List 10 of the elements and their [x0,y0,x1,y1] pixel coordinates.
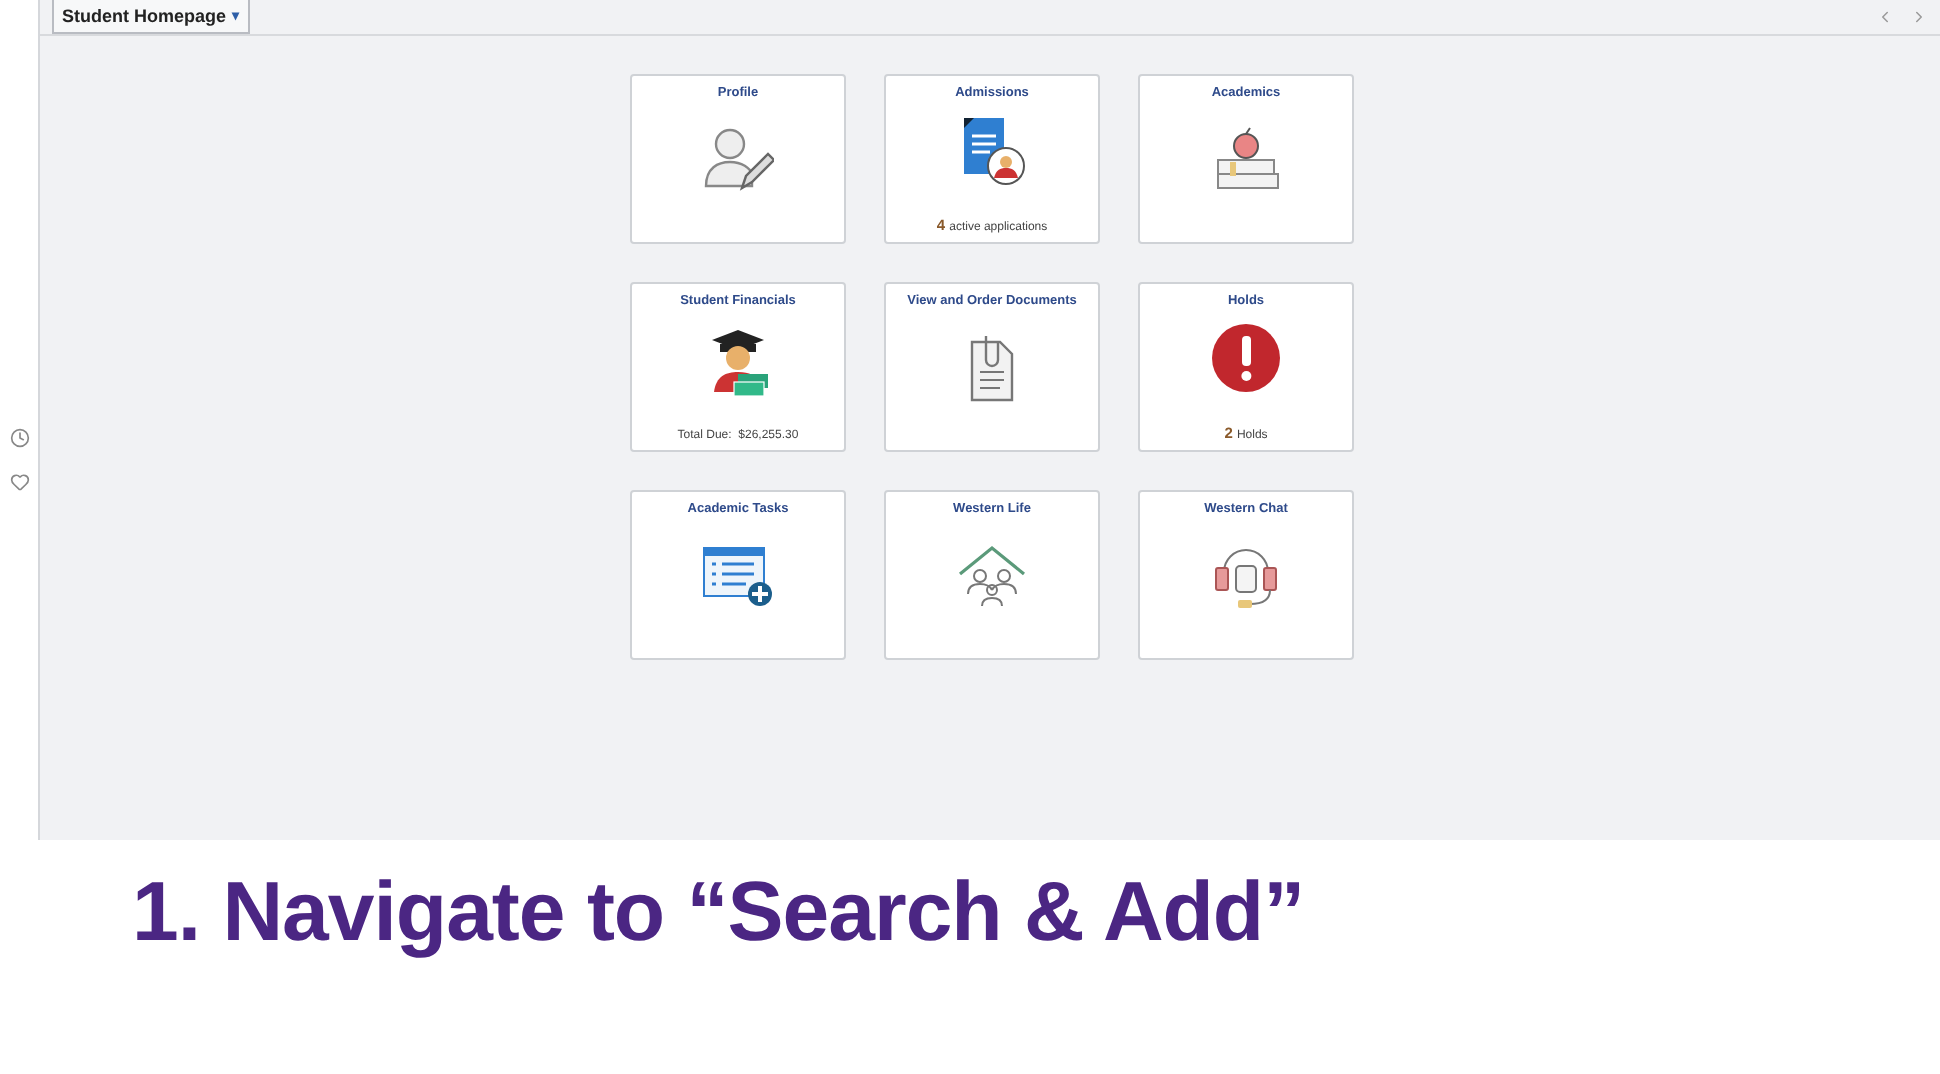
person-pencil-icon [702,125,774,193]
house-people-icon [956,543,1028,607]
previous-icon[interactable] [1876,8,1894,26]
task-list-icon [702,543,774,607]
caption: 1. Navigate to “Search & Add” [132,864,1307,960]
recent-icon[interactable] [9,428,29,448]
next-icon[interactable] [1910,8,1928,26]
favorites-icon[interactable] [9,472,29,492]
document-student-icon [958,114,1026,186]
exclamation-icon [1210,322,1282,394]
